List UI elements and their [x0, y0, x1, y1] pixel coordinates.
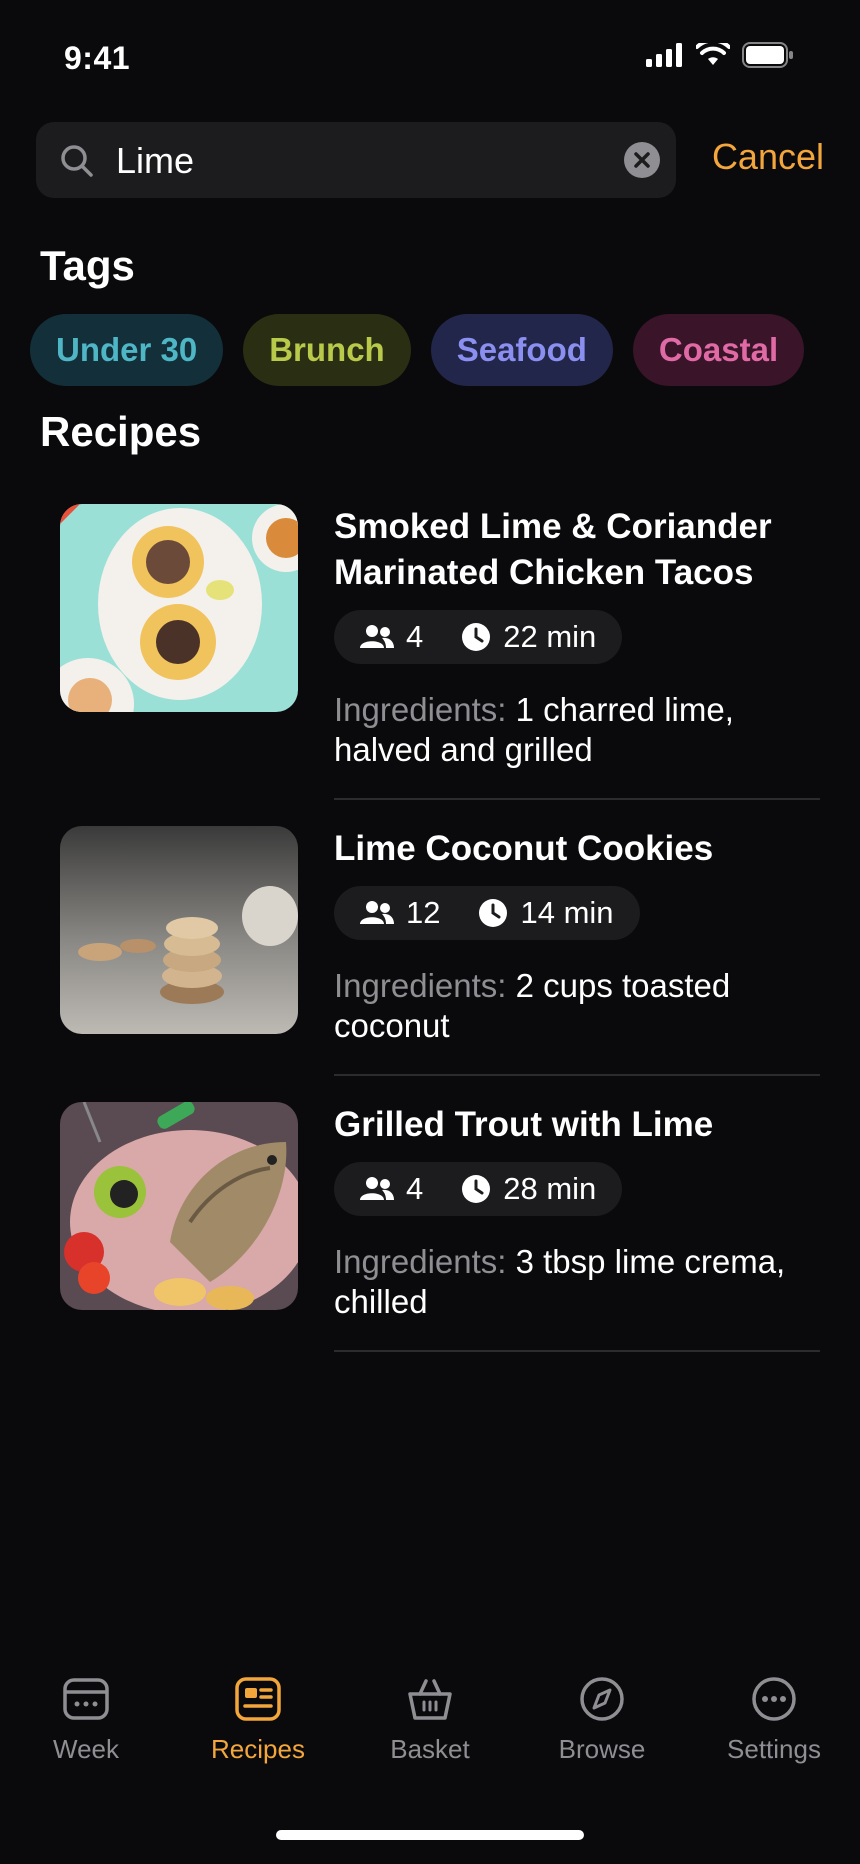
servings-count: 12: [406, 895, 441, 930]
tags-heading: Tags: [40, 242, 135, 289]
tag-coastal[interactable]: Coastal: [632, 314, 805, 386]
clock-icon: [462, 1175, 491, 1203]
divider: [334, 1074, 820, 1076]
basket-icon: [408, 1679, 452, 1720]
recipe-ingredients: Ingredients: 1 charred lime, halved and …: [334, 690, 820, 770]
trout-photo: [60, 1102, 298, 1310]
tab-label: Settings: [727, 1734, 821, 1764]
tab-recipes[interactable]: Recipes: [172, 1676, 344, 1765]
tab-week[interactable]: Week: [0, 1676, 172, 1765]
recipe-meta: 4 28 min: [334, 1162, 623, 1216]
cellular-signal-icon: [646, 43, 682, 67]
divider: [334, 1350, 820, 1352]
status-time: 9:41: [64, 40, 131, 76]
status-bar: 9:41: [0, 0, 860, 110]
tab-settings[interactable]: Settings: [688, 1676, 860, 1765]
recipe-title: Smoked Lime & Coriander Marinated Chicke…: [334, 507, 772, 592]
ingredients-label: Ingredients:: [334, 691, 507, 728]
tab-label: Browse: [558, 1734, 646, 1764]
cook-time: 22 min: [503, 619, 597, 654]
tag-under-30[interactable]: Under 30: [30, 314, 224, 386]
search-input[interactable]: [114, 134, 598, 188]
tab-label: Recipes: [211, 1734, 305, 1764]
calendar-icon: [63, 1678, 109, 1720]
tab-label: Week: [53, 1734, 119, 1764]
tag-brunch[interactable]: Brunch: [243, 314, 411, 386]
recipe-item[interactable]: Smoked Lime & Coriander Marinated Chicke…: [60, 504, 820, 804]
search-bar: Cancel: [36, 122, 824, 198]
recipe-title: Grilled Trout with Lime: [334, 1105, 714, 1144]
cookies-photo: [60, 826, 298, 1034]
clock-icon: [462, 623, 491, 651]
recipe-details: Smoked Lime & Coriander Marinated Chicke…: [334, 504, 820, 770]
battery-icon: [742, 42, 793, 68]
recipe-item[interactable]: Lime Coconut Cookies 12 14 min Ingredien…: [60, 826, 820, 1076]
recipe-meta: 4 22 min: [334, 610, 623, 664]
tag-seafood[interactable]: Seafood: [430, 314, 613, 386]
people-icon: [360, 901, 394, 924]
recipe-meta: 12 14 min: [334, 886, 640, 940]
recipe-ingredients: Ingredients: 2 cups toasted coconut: [334, 966, 820, 1046]
tag-label: Seafood: [456, 331, 587, 368]
people-icon: [360, 625, 394, 648]
recipes-heading: Recipes: [40, 408, 202, 455]
tab-basket[interactable]: Basket: [344, 1676, 516, 1765]
recipe-title: Lime Coconut Cookies: [334, 829, 714, 868]
search-field[interactable]: [36, 122, 676, 198]
wifi-icon: [696, 43, 730, 65]
cook-time: 28 min: [503, 1171, 597, 1206]
ellipsis-circle-icon: [752, 1677, 796, 1721]
recipe-ingredients: Ingredients: 3 tbsp lime crema, chilled: [334, 1242, 820, 1322]
clock-icon: [479, 899, 508, 927]
tags-list: Under 30 Brunch Seafood Coastal: [30, 314, 805, 386]
recipe-details: Grilled Trout with Lime 4 28 min Ingredi…: [334, 1102, 820, 1322]
recipe-item[interactable]: Grilled Trout with Lime 4 28 min Ingredi…: [60, 1102, 820, 1352]
ingredients-label: Ingredients:: [334, 1243, 507, 1280]
servings-count: 4: [406, 1171, 424, 1206]
cook-time: 14 min: [520, 895, 614, 930]
home-indicator[interactable]: [276, 1830, 584, 1840]
tab-label: Basket: [390, 1734, 470, 1764]
people-icon: [360, 1177, 394, 1200]
recipe-thumbnail: [60, 504, 298, 712]
compass-icon: [580, 1677, 624, 1721]
status-icons: [646, 42, 794, 68]
search-icon: [61, 145, 93, 177]
recipe-card-icon: [235, 1677, 281, 1721]
servings-count: 4: [406, 619, 424, 654]
cancel-button[interactable]: Cancel: [712, 136, 824, 178]
tab-bar: Week Recipes Basket Browse Settings: [0, 1676, 860, 1816]
recipe-thumbnail: [60, 1102, 298, 1310]
recipe-thumbnail: [60, 826, 298, 1034]
tag-label: Coastal: [658, 331, 779, 368]
divider: [334, 798, 820, 800]
tag-label: Brunch: [269, 331, 385, 368]
recipe-details: Lime Coconut Cookies 12 14 min Ingredien…: [334, 826, 820, 1046]
tag-label: Under 30: [56, 331, 198, 368]
tacos-photo: [60, 504, 298, 712]
clear-search-icon[interactable]: [624, 142, 660, 178]
tab-browse[interactable]: Browse: [516, 1676, 688, 1765]
ingredients-label: Ingredients:: [334, 967, 507, 1004]
